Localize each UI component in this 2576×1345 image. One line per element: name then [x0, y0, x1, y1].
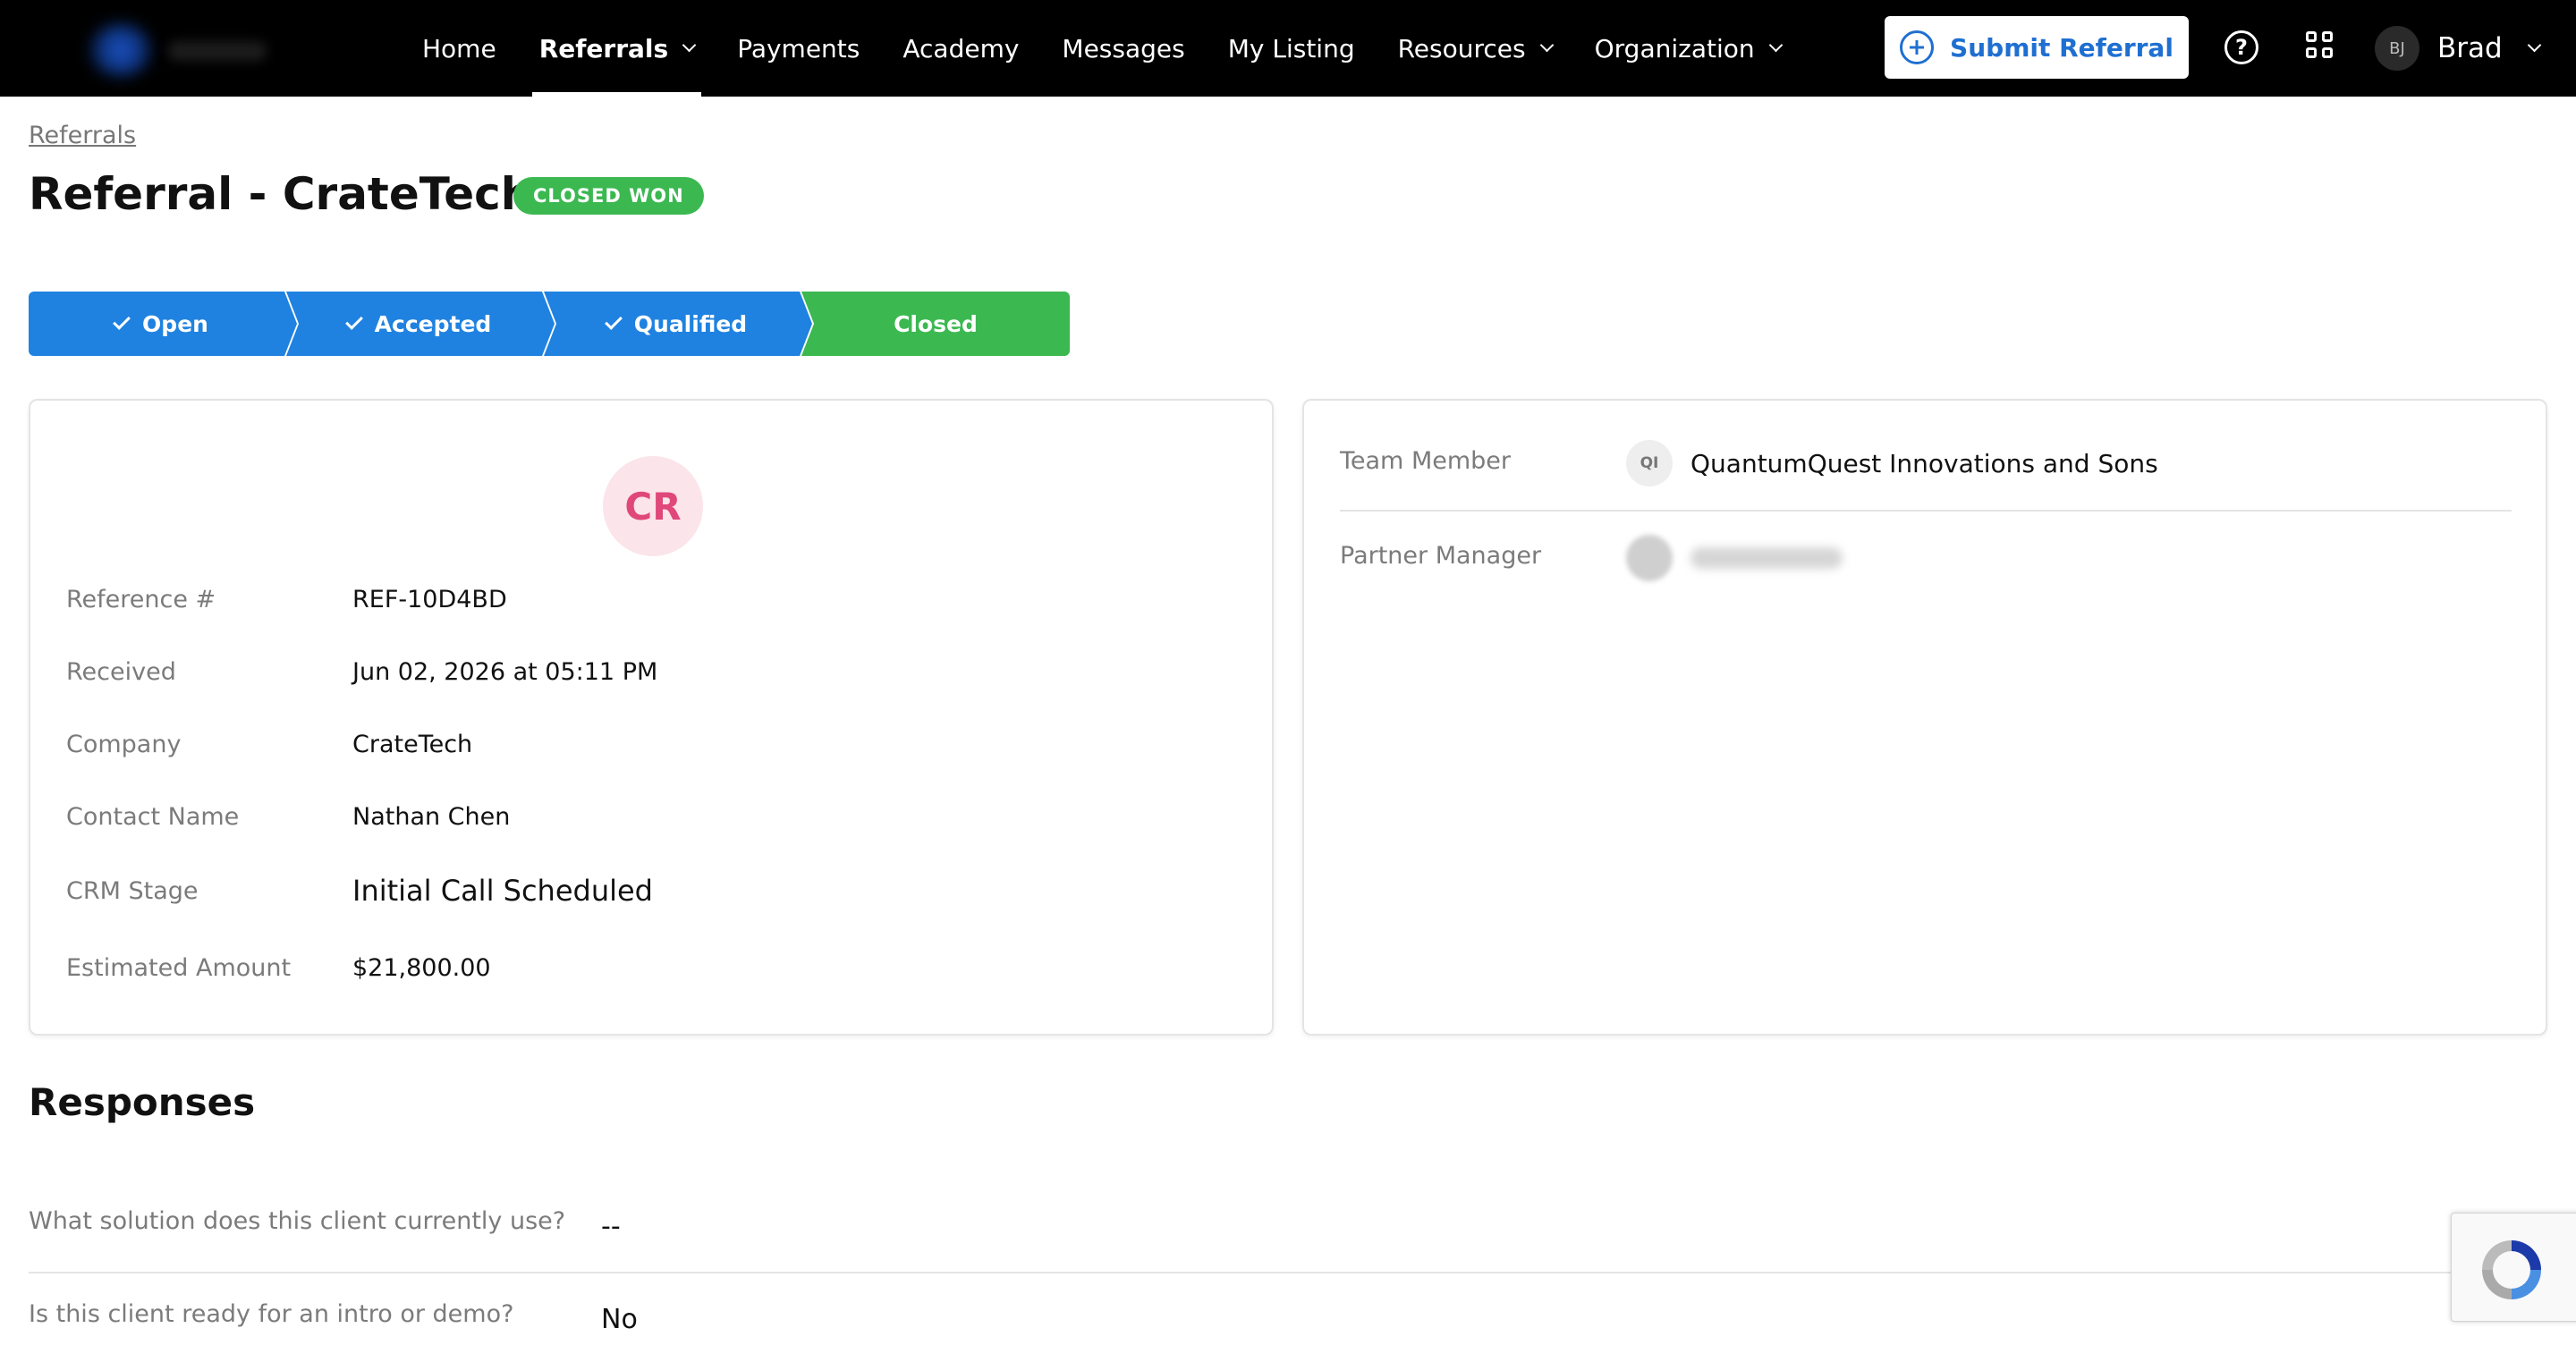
breadcrumb-referrals[interactable]: Referrals — [29, 122, 136, 149]
partner-manager-label: Partner Manager — [1340, 542, 1542, 570]
team-member-avatar: QI — [1626, 440, 1673, 486]
help-icon[interactable]: ? — [2224, 30, 2258, 64]
step-label: Open — [142, 310, 208, 337]
field-value: Initial Call Scheduled — [352, 874, 653, 908]
plus-circle-icon — [1900, 30, 1935, 64]
apps-grid-icon[interactable] — [2306, 31, 2334, 60]
chevron-down-icon — [1539, 38, 1554, 52]
logo-wordmark — [168, 41, 267, 61]
step-open[interactable]: Open — [29, 292, 297, 356]
team-member-label: Team Member — [1340, 447, 1512, 475]
top-navbar: Home Referrals Payments Academy Messages… — [0, 0, 2576, 97]
team-member-row: Team Member QI QuantumQuest Innovations … — [1340, 422, 2512, 512]
field-label: Reference # — [66, 585, 216, 613]
field-value: $21,800.00 — [352, 953, 491, 982]
user-name: Brad — [2437, 32, 2503, 64]
nav-payments-label: Payments — [737, 33, 860, 63]
page-title: Referral - CrateTech — [29, 168, 533, 220]
team-member-value: QI QuantumQuest Innovations and Sons — [1626, 438, 2158, 488]
grid-cell — [2322, 31, 2333, 42]
status-badge: CLOSED WON — [513, 177, 704, 215]
step-closed[interactable]: Closed — [801, 292, 1070, 356]
checkmark-icon — [604, 312, 623, 330]
referral-details-card: CR Reference # REF-10D4BD Received Jun 0… — [29, 399, 1274, 1036]
submit-referral-button[interactable]: Submit Referral — [1885, 16, 2189, 79]
nav-referrals-label: Referrals — [538, 33, 669, 63]
responses-title: Responses — [29, 1080, 256, 1124]
logo-mark-icon — [88, 23, 154, 77]
field-crm-stage: CRM Stage Initial Call Scheduled — [66, 873, 1229, 909]
nav-my-listing[interactable]: My Listing — [1207, 0, 1377, 97]
response-question: Is this client ready for an intro or dem… — [29, 1300, 514, 1328]
status-stepper: Open Accepted Qualified Closed — [29, 292, 1102, 356]
field-value: REF-10D4BD — [352, 585, 507, 613]
step-qualified[interactable]: Qualified — [544, 292, 812, 356]
partner-manager-value — [1626, 533, 1843, 583]
nav-home-label: Home — [422, 33, 496, 63]
response-answer: No — [601, 1304, 638, 1335]
chevron-down-icon — [1768, 38, 1783, 52]
nav-resources-label: Resources — [1397, 33, 1526, 63]
recaptcha-badge[interactable] — [2451, 1213, 2576, 1322]
step-label: Qualified — [633, 310, 748, 337]
grid-cell — [2306, 31, 2317, 42]
checkmark-icon — [113, 312, 131, 330]
field-company: Company CrateTech — [66, 726, 1229, 762]
field-label: Company — [66, 730, 182, 758]
nav-organization-label: Organization — [1594, 33, 1755, 63]
user-menu[interactable]: BJ Brad — [2375, 26, 2541, 71]
response-answer: -- — [601, 1211, 621, 1242]
main-nav: Home Referrals Payments Academy Messages… — [401, 0, 1802, 97]
nav-academy-label: Academy — [902, 33, 1020, 63]
submit-referral-label: Submit Referral — [1950, 32, 2174, 63]
nav-organization[interactable]: Organization — [1573, 0, 1802, 97]
field-value: Jun 02, 2026 at 05:11 PM — [352, 657, 658, 686]
field-value: CrateTech — [352, 730, 473, 758]
divider — [1340, 510, 2512, 512]
team-member-name: QuantumQuest Innovations and Sons — [1690, 448, 2158, 478]
field-label: Received — [66, 657, 176, 686]
field-estimated-amount: Estimated Amount $21,800.00 — [66, 950, 1229, 985]
field-contact-name: Contact Name Nathan Chen — [66, 799, 1229, 834]
step-label: Closed — [894, 310, 978, 337]
partner-manager-row: Partner Manager — [1340, 517, 2512, 606]
grid-cell — [2306, 47, 2317, 58]
help-glyph: ? — [2235, 35, 2248, 60]
nav-referrals[interactable]: Referrals — [518, 0, 716, 97]
nav-messages-label: Messages — [1062, 33, 1185, 63]
step-accepted[interactable]: Accepted — [286, 292, 555, 356]
field-received: Received Jun 02, 2026 at 05:11 PM — [66, 654, 1229, 689]
user-avatar: BJ — [2375, 26, 2419, 71]
field-label: CRM Stage — [66, 876, 199, 905]
response-row: Is this client ready for an intro or dem… — [29, 1273, 2551, 1345]
recaptcha-icon — [2482, 1240, 2541, 1299]
nav-messages[interactable]: Messages — [1040, 0, 1206, 97]
nav-my-listing-label: My Listing — [1227, 33, 1355, 63]
chevron-down-icon — [2527, 38, 2541, 52]
step-label: Accepted — [374, 310, 492, 337]
nav-home[interactable]: Home — [401, 0, 518, 97]
field-label: Estimated Amount — [66, 953, 292, 982]
company-avatar: CR — [603, 456, 703, 556]
brand-logo[interactable] — [70, 18, 275, 82]
team-card: Team Member QI QuantumQuest Innovations … — [1302, 399, 2547, 1036]
response-question: What solution does this client currently… — [29, 1207, 566, 1235]
nav-resources[interactable]: Resources — [1377, 0, 1573, 97]
partner-manager-name-redacted — [1690, 547, 1843, 569]
field-value: Nathan Chen — [352, 802, 511, 831]
partner-manager-avatar — [1626, 535, 1673, 581]
nav-academy[interactable]: Academy — [881, 0, 1040, 97]
chevron-down-icon — [682, 38, 697, 52]
checkmark-icon — [344, 312, 363, 330]
grid-cell — [2322, 47, 2333, 58]
field-reference: Reference # REF-10D4BD — [66, 581, 1229, 617]
field-label: Contact Name — [66, 802, 240, 831]
response-row: What solution does this client currently… — [29, 1180, 2551, 1273]
nav-payments[interactable]: Payments — [716, 0, 881, 97]
